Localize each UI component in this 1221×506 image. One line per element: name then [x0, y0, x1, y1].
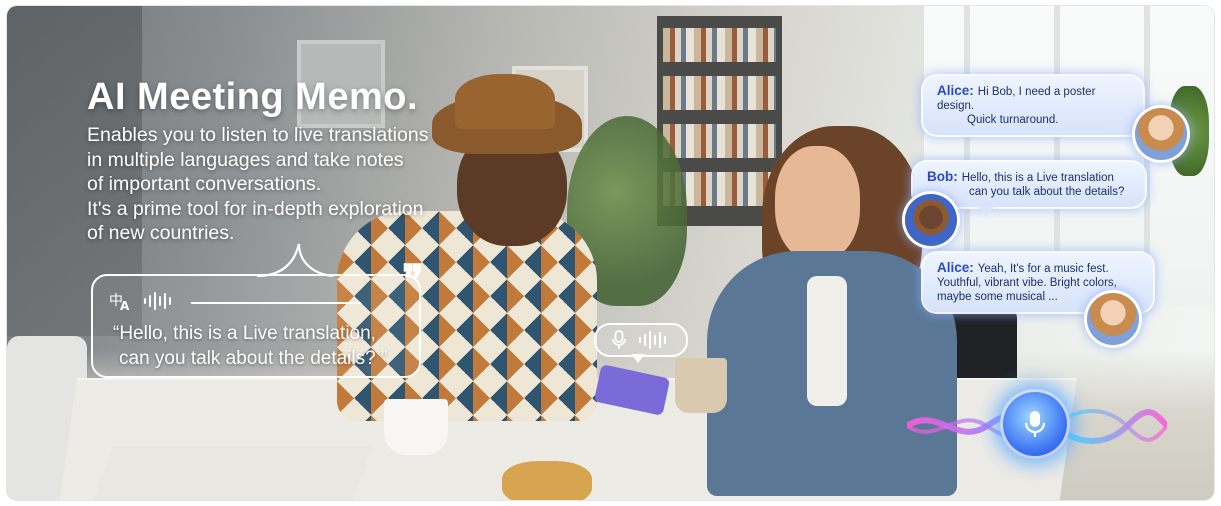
divider-line: [191, 302, 361, 304]
translation-line: “Hello, this is a Live translation,: [113, 323, 376, 344]
chat-speaker: Bob:: [927, 169, 958, 184]
avatar-bob: [905, 194, 957, 246]
headline: AI Meeting Memo.: [87, 76, 419, 118]
avatar-alice: [1087, 293, 1139, 345]
woman-face: [775, 146, 860, 261]
chip-tail: [631, 354, 645, 363]
translation-text: “Hello, this is a Live translation, can …: [113, 321, 387, 371]
voice-recording-chip[interactable]: [594, 323, 688, 357]
description-line: of important conversations.: [87, 173, 322, 195]
microphone-icon: [1024, 411, 1046, 437]
translate-icon: 中 A: [109, 293, 130, 312]
chat-tail: [977, 206, 995, 217]
chat-text: Quick turnaround.: [967, 114, 1059, 126]
papers: [91, 446, 373, 500]
description-line: Enables you to listen to live translatio…: [87, 124, 429, 146]
microphone-icon: [612, 330, 626, 349]
description-line: It's a prime tool for in-depth explorati…: [87, 197, 424, 220]
coffee-cup: [384, 399, 448, 455]
man-hat-crown: [455, 74, 555, 129]
snack-bowl: [502, 461, 592, 500]
chat-text: Hello, this is a Live translation: [961, 172, 1114, 184]
audio-wave-icon: [639, 331, 666, 349]
chat-speaker: Alice:: [937, 83, 974, 98]
coffee-cup: [675, 358, 727, 413]
chat-tail: [1104, 120, 1122, 131]
avatar-alice: [1135, 108, 1187, 160]
chat-text: Youthful, vibrant vibe. Bright colors,: [937, 277, 1117, 289]
translation-line: can you talk about the details? ”: [119, 348, 388, 369]
translation-bubble: 中 A “Hello, this is a Live translation, …: [91, 274, 421, 378]
chat-speaker: Alice:: [937, 260, 974, 275]
svg-text:A: A: [120, 299, 130, 312]
audio-wave-icon: [144, 292, 171, 310]
meeting-memo-banner: AI Meeting Memo. Enables you to listen t…: [7, 6, 1214, 500]
description-line: in multiple languages and take notes: [87, 148, 404, 171]
description: Enables you to listen to live translatio…: [87, 123, 487, 246]
chat-text: can you talk about the details?: [969, 186, 1125, 198]
woman-shirt: [807, 276, 847, 406]
bubble-tail: [256, 243, 334, 278]
voice-input-button[interactable]: [1000, 389, 1070, 459]
chat-text: Yeah, It's for a music fest.: [977, 263, 1109, 275]
